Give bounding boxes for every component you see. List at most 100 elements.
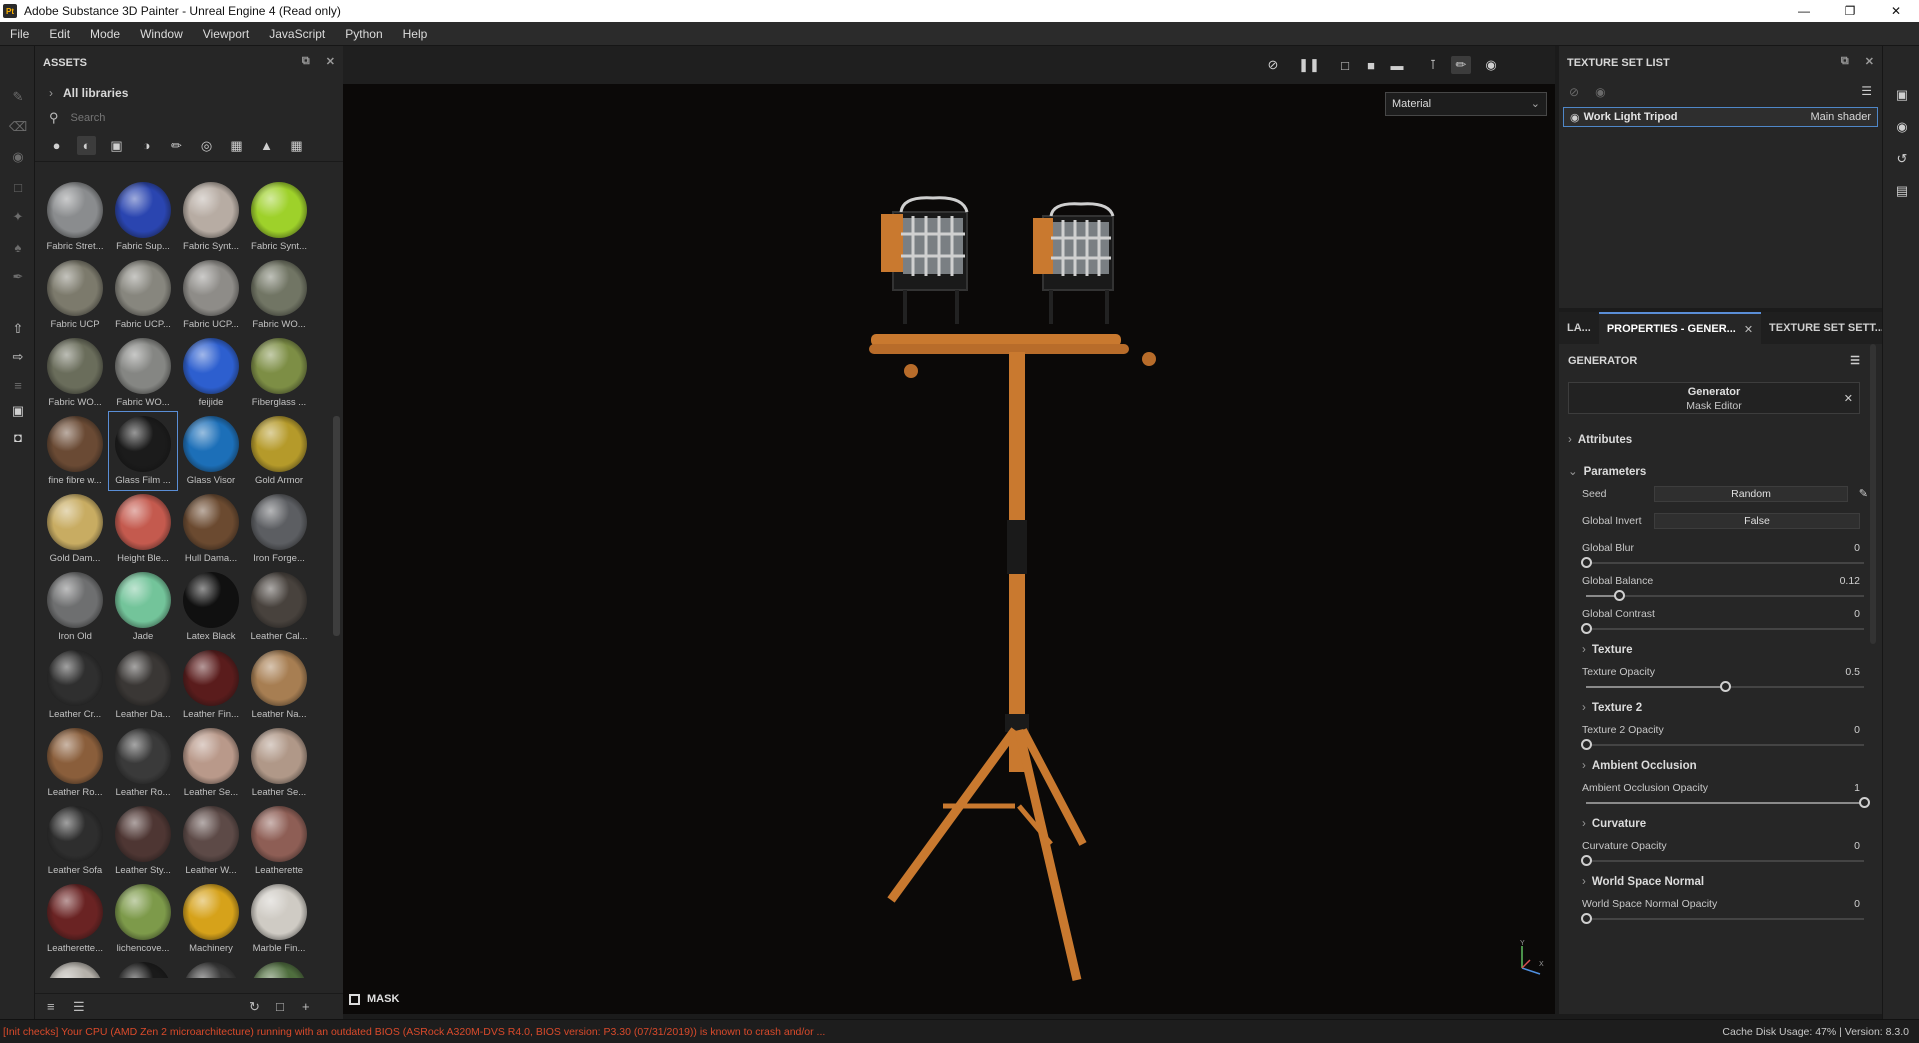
menu-javascript[interactable]: JavaScript xyxy=(259,27,335,41)
menu-help[interactable]: Help xyxy=(393,27,438,41)
param-slider[interactable] xyxy=(1586,681,1864,693)
float-panel-icon[interactable]: ⧉ xyxy=(302,55,310,68)
material-thumbnail[interactable] xyxy=(109,958,177,978)
slider-handle[interactable] xyxy=(1614,590,1626,601)
libraries-selector[interactable]: › All libraries xyxy=(35,80,343,106)
projection-icon[interactable]: ◉ xyxy=(9,148,27,166)
material-thumbnail[interactable]: Leather W... xyxy=(177,802,245,880)
properties-scrollbar[interactable] xyxy=(1870,344,1876,644)
display-settings-icon[interactable]: ▣ xyxy=(9,402,27,420)
material-thumbnail[interactable]: Jade xyxy=(109,568,177,646)
filter-list-icon[interactable]: ≡ xyxy=(47,999,55,1014)
paint-brush-icon[interactable]: ✎ xyxy=(9,88,27,106)
param-slider[interactable] xyxy=(1586,797,1870,809)
material-thumbnail[interactable]: Leather Cal... xyxy=(245,568,313,646)
eye-icon[interactable]: ◉ xyxy=(1570,111,1580,124)
edit-seed-icon[interactable]: ✎ xyxy=(1859,487,1868,500)
symmetry-icon[interactable]: ⊺ xyxy=(1423,56,1443,74)
texture-set-row[interactable]: ◉ Work Light Tripod Main shader xyxy=(1563,107,1878,127)
3d-view-icon[interactable]: ■ xyxy=(1361,56,1381,74)
material-thumbnail[interactable]: Leather Na... xyxy=(245,646,313,724)
assets-scrollbar[interactable] xyxy=(333,416,340,636)
paint-brush-icon[interactable]: ✏ xyxy=(1451,56,1471,74)
generators-filter-icon[interactable]: ◑ xyxy=(137,136,156,155)
material-thumbnail[interactable]: Leather Ro... xyxy=(41,724,109,802)
color-picker-icon[interactable]: ✒ xyxy=(9,268,27,286)
menu-window[interactable]: Window xyxy=(130,27,193,41)
param-slider[interactable] xyxy=(1581,623,1864,635)
material-thumbnail[interactable]: Leather Fin... xyxy=(177,646,245,724)
grid-view-icon[interactable]: ▦ xyxy=(287,136,306,155)
material-thumbnail[interactable]: Fabric UCP... xyxy=(177,256,245,334)
assets-search-input[interactable] xyxy=(70,112,271,124)
menu-icon[interactable]: ☰ xyxy=(1861,84,1872,98)
measure-icon[interactable]: ≡ xyxy=(9,376,27,394)
material-thumbnail[interactable]: Fiberglass ... xyxy=(245,334,313,412)
slider-handle[interactable] xyxy=(1581,739,1592,750)
material-thumbnail[interactable]: Fabric UCP xyxy=(41,256,109,334)
material-thumbnail[interactable]: Iron Old xyxy=(41,568,109,646)
menu-file[interactable]: File xyxy=(0,27,39,41)
material-thumbnail[interactable]: fine fibre w... xyxy=(41,412,109,490)
group-header[interactable]: › Texture 2 xyxy=(1582,702,1642,714)
mask-indicator[interactable]: MASK xyxy=(343,988,593,1010)
maximize-button[interactable]: ❐ xyxy=(1827,0,1873,22)
material-thumbnail[interactable]: Fabric WO... xyxy=(109,334,177,412)
shelf-icon[interactable]: ◘ xyxy=(9,428,27,446)
close-tab-icon[interactable]: ✕ xyxy=(1744,323,1753,336)
menu-python[interactable]: Python xyxy=(335,27,392,41)
material-thumbnail[interactable]: Hull Dama... xyxy=(177,490,245,568)
hide-icon[interactable]: ⊘ xyxy=(1263,56,1283,74)
screenshot-icon[interactable]: ◉ xyxy=(1481,56,1501,74)
material-thumbnail[interactable]: lichencove... xyxy=(109,880,177,958)
slider-handle[interactable] xyxy=(1859,797,1870,808)
refresh-icon[interactable]: ↻ xyxy=(249,999,260,1015)
material-thumbnail[interactable]: Fabric WO... xyxy=(245,256,313,334)
material-thumbnail[interactable]: Iron Forge... xyxy=(245,490,313,568)
material-thumbnail[interactable]: Glass Film ... xyxy=(108,411,178,491)
smart-materials-filter-icon[interactable]: ◐ xyxy=(77,136,96,155)
log-icon[interactable]: ▤ xyxy=(1893,182,1911,200)
material-thumbnail[interactable]: Leather Se... xyxy=(245,724,313,802)
material-thumbnail[interactable]: Leather Da... xyxy=(109,646,177,724)
clear-generator-icon[interactable]: ✕ xyxy=(1844,392,1853,405)
menu-icon[interactable]: ☰ xyxy=(1850,354,1860,367)
2d-view-icon[interactable]: □ xyxy=(1335,56,1355,74)
pause-icon[interactable]: ❚❚ xyxy=(1298,56,1320,74)
close-window-button[interactable]: ✕ xyxy=(1873,0,1919,22)
clone-stamp-icon[interactable]: ♠ xyxy=(9,238,27,256)
minimize-button[interactable]: — xyxy=(1781,0,1827,22)
hide-all-icon[interactable]: ⊘ xyxy=(1569,85,1579,99)
material-thumbnail[interactable]: Fabric Sup... xyxy=(109,178,177,256)
material-thumbnail[interactable]: Glass Visor xyxy=(177,412,245,490)
material-thumbnail[interactable] xyxy=(177,958,245,978)
camera-icon[interactable]: ▬ xyxy=(1387,56,1407,74)
param-slider[interactable] xyxy=(1586,590,1864,602)
status-warning-message[interactable]: [Init checks] Your CPU (AMD Zen 2 microa… xyxy=(0,1026,1400,1038)
import-icon[interactable]: □ xyxy=(276,999,284,1014)
material-thumbnail[interactable]: Fabric Stret... xyxy=(41,178,109,256)
global-invert-dropdown[interactable]: False xyxy=(1654,513,1860,529)
material-thumbnail[interactable]: Leather Ro... xyxy=(109,724,177,802)
material-thumbnail[interactable]: Height Ble... xyxy=(109,490,177,568)
shader-settings-icon[interactable]: ◉ xyxy=(1893,118,1911,136)
export-icon[interactable]: ⇨ xyxy=(9,348,27,366)
particles-filter-icon[interactable]: ◎ xyxy=(197,136,216,155)
material-thumbnail[interactable]: Fabric UCP... xyxy=(109,256,177,334)
material-thumbnail[interactable]: Latex Black xyxy=(177,568,245,646)
material-thumbnail[interactable]: Fabric Synt... xyxy=(177,178,245,256)
material-thumbnail[interactable]: Fabric WO... xyxy=(41,334,109,412)
material-thumbnail[interactable]: Leather Cr... xyxy=(41,646,109,724)
float-panel-icon[interactable]: ⧉ xyxy=(1841,55,1849,68)
slider-handle[interactable] xyxy=(1581,855,1592,866)
brushes-filter-icon[interactable]: ✏ xyxy=(167,136,186,155)
menu-mode[interactable]: Mode xyxy=(80,27,130,41)
param-slider[interactable] xyxy=(1581,855,1864,867)
smudge-icon[interactable]: ✦ xyxy=(9,208,27,226)
attributes-section[interactable]: › Attributes xyxy=(1568,434,1632,446)
close-panel-icon[interactable]: ✕ xyxy=(1865,55,1874,68)
material-thumbnail[interactable]: Leather Se... xyxy=(177,724,245,802)
display-settings-icon[interactable]: ▣ xyxy=(1893,86,1911,104)
param-slider[interactable] xyxy=(1581,557,1864,569)
material-thumbnail[interactable] xyxy=(245,958,313,978)
